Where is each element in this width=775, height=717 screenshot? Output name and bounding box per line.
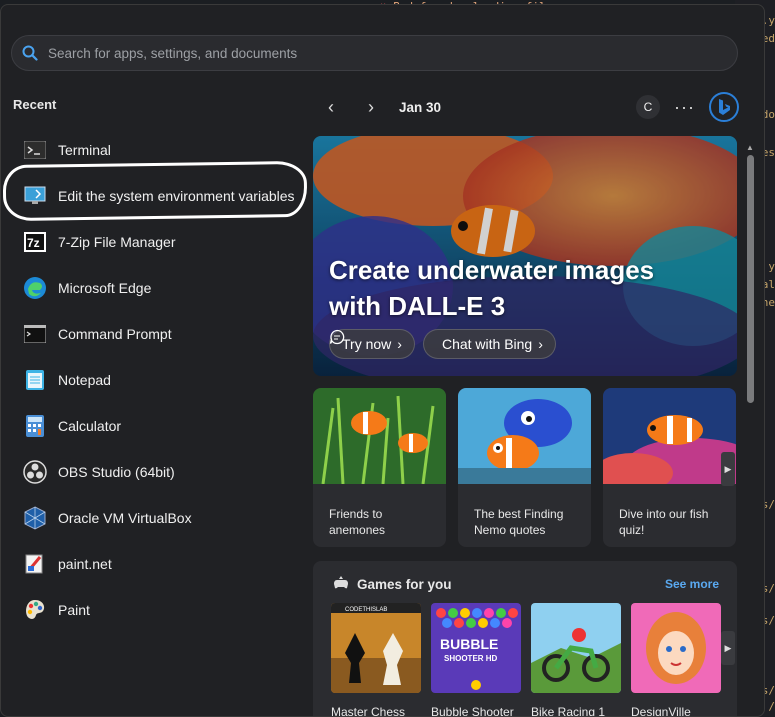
recent-item-label: OBS Studio (64bit) [58, 464, 175, 480]
tile-image [603, 388, 736, 498]
recent-item-cmd[interactable]: Command Prompt [11, 311, 301, 357]
calculator-icon [23, 414, 47, 438]
game-thumbnail: BUBBLE SHOOTER HD [431, 603, 521, 693]
see-more-link[interactable]: See more [665, 577, 719, 591]
feed-scrollbar[interactable]: ▲ [746, 137, 758, 716]
try-now-label: Try now [342, 336, 392, 352]
svg-text:7z: 7z [27, 236, 40, 250]
games-heading: Games for you [333, 575, 452, 594]
hero-title: Create underwater images with DALL-E 3 [329, 255, 655, 321]
recent-item-paintdotnet[interactable]: paint.net [11, 541, 301, 587]
game-thumbnail: CODETHISLAB [331, 603, 421, 693]
game-item[interactable]: DesignVille [631, 603, 721, 717]
paint-icon [23, 598, 47, 622]
bg-snippet: / [768, 700, 775, 713]
hero-card[interactable]: Create underwater images with DALL-E 3 T… [313, 136, 737, 376]
bg-snippet: y [768, 260, 775, 273]
tiles-next-icon[interactable]: ▶ [721, 452, 735, 486]
recent-item-calculator[interactable]: Calculator [11, 403, 301, 449]
game-thumbnail [531, 603, 621, 693]
next-arrow-icon[interactable]: › [359, 95, 383, 119]
games-title: Games for you [357, 577, 452, 592]
prev-arrow-icon[interactable]: ‹ [319, 95, 343, 119]
edge-icon [23, 276, 47, 300]
recent-item-notepad[interactable]: Notepad [11, 357, 301, 403]
start-menu: Recent Terminal Edit the system environm… [0, 4, 765, 717]
recent-item-label: Paint [58, 602, 90, 618]
game-name: Bike Racing 1 [531, 705, 606, 717]
recent-item-label: paint.net [58, 556, 112, 572]
hero-actions: Try now › Chat with Bing › [329, 329, 556, 359]
scroll-thumb[interactable] [747, 155, 754, 403]
feed-header: ‹ › Jan 30 C ··· [319, 92, 739, 122]
chevron-right-icon: › [397, 336, 402, 352]
game-name: Bubble Shooter HD [431, 705, 514, 717]
search-icon [12, 45, 48, 61]
game-item[interactable]: CODETHISLAB Master Chess [331, 603, 421, 717]
recent-item-paint[interactable]: Paint [11, 587, 301, 633]
avatar[interactable]: C [636, 95, 661, 119]
recent-item-edge[interactable]: Microsoft Edge [11, 265, 301, 311]
svg-text:BUBBLE: BUBBLE [440, 636, 498, 652]
games-row: CODETHISLAB Master Chess BUBBLE SHOOTER … [331, 603, 721, 717]
paintdotnet-icon [23, 552, 47, 576]
tile-caption: Dive into our fish quiz! [619, 507, 709, 537]
cmd-icon [23, 322, 47, 346]
tile-card[interactable]: Dive into our fish quiz! [603, 388, 736, 547]
obs-icon [23, 460, 47, 484]
recent-list: Terminal Edit the system environment var… [11, 127, 301, 633]
svg-text:SHOOTER HD: SHOOTER HD [444, 654, 498, 663]
recent-item-label: Terminal [58, 142, 111, 158]
games-card: Games for you See more CODETHISLAB Maste… [313, 561, 737, 717]
svg-text:CODETHISLAB: CODETHISLAB [345, 607, 387, 613]
bing-icon[interactable] [709, 92, 739, 122]
recent-item-env-variables[interactable]: Edit the system environment variables [11, 173, 301, 219]
recent-item-label: 7-Zip File Manager [58, 234, 176, 250]
7zip-icon: 7z [23, 230, 47, 254]
recent-item-obs[interactable]: OBS Studio (64bit) [11, 449, 301, 495]
chat-with-bing-button[interactable]: Chat with Bing › [329, 329, 556, 359]
terminal-icon [23, 138, 47, 162]
game-name: DesignVille [631, 705, 691, 717]
recent-item-label: Edit the system environment variables [58, 188, 295, 204]
tile-card[interactable]: The best Finding Nemo quotes [458, 388, 591, 547]
tile-image [313, 388, 446, 485]
search-input[interactable] [48, 45, 737, 61]
game-name: Master Chess [331, 705, 406, 717]
recent-item-label: Microsoft Edge [58, 280, 152, 296]
chevron-right-icon: › [538, 336, 543, 352]
search-box[interactable] [11, 35, 738, 71]
game-item[interactable]: BUBBLE SHOOTER HD Bubble Shooter HD [431, 603, 521, 717]
recent-item-virtualbox[interactable]: Oracle VM VirtualBox [11, 495, 301, 541]
recent-item-label: Command Prompt [58, 326, 172, 342]
recent-item-label: Calculator [58, 418, 122, 434]
game-thumbnail [631, 603, 721, 693]
recent-heading: Recent [13, 97, 57, 112]
tile-card[interactable]: Friends to anemones [313, 388, 446, 547]
tile-caption: Friends to anemones [329, 507, 386, 537]
recent-item-label: Oracle VM VirtualBox [58, 510, 192, 526]
notepad-icon [23, 368, 47, 392]
virtualbox-icon [23, 506, 47, 530]
system-properties-icon [23, 184, 47, 208]
feed-tiles: Friends to anemones The best Finding Nem… [313, 388, 736, 547]
recent-item-7zip[interactable]: 7z 7-Zip File Manager [11, 219, 301, 265]
tile-image [458, 388, 591, 484]
scroll-up-icon[interactable]: ▲ [746, 143, 754, 152]
chat-with-bing-label: Chat with Bing [441, 336, 533, 352]
games-next-icon[interactable]: ▶ [721, 631, 735, 665]
recent-item-label: Notepad [58, 372, 111, 388]
tile-caption: The best Finding Nemo quotes [474, 507, 564, 537]
more-options-icon[interactable]: ··· [674, 97, 695, 118]
feed-date: Jan 30 [399, 99, 442, 115]
recent-item-terminal[interactable]: Terminal [11, 127, 301, 173]
game-item[interactable]: Bike Racing 1 [531, 603, 621, 717]
game-controller-icon [333, 575, 349, 594]
